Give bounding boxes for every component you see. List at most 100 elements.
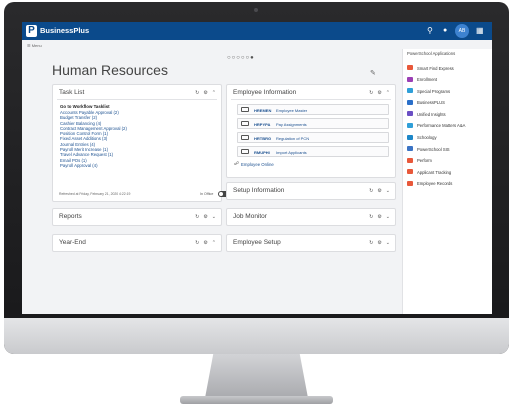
- app-label: Special Programs: [417, 88, 451, 94]
- gear-icon[interactable]: ⚙: [203, 240, 207, 246]
- divider: [57, 99, 217, 100]
- mask-name: Import Applicants: [276, 150, 307, 155]
- panel-controls: ↻ ⚙ ⌄: [369, 240, 390, 246]
- page-title: Human Resources: [52, 62, 168, 78]
- refresh-icon[interactable]: ↻: [195, 240, 199, 246]
- edit-layout-icon[interactable]: ✎: [370, 69, 376, 77]
- link-icon: ☍: [234, 161, 240, 167]
- help-icon[interactable]: ●: [443, 26, 447, 35]
- mask-name: Pay Assignments: [276, 122, 307, 127]
- app-icon: [407, 180, 413, 186]
- gear-icon[interactable]: ⚙: [377, 188, 381, 194]
- monitor-icon: [241, 149, 249, 154]
- gear-icon[interactable]: ⚙: [377, 214, 381, 220]
- search-icon[interactable]: ⚲: [427, 26, 433, 35]
- monitor-icon: [241, 121, 249, 126]
- app-icon: [407, 65, 413, 70]
- employee-link-row[interactable]: HREMEN Employee Master: [237, 104, 389, 115]
- refresh-icon[interactable]: ↻: [369, 188, 373, 194]
- app-logo[interactable]: P: [26, 25, 37, 37]
- monitor-icon: [241, 107, 249, 112]
- app-label: Unified Insights: [417, 111, 446, 117]
- app-label: Schoology: [417, 135, 437, 141]
- mask-code: HRTBRG: [254, 136, 272, 141]
- avatar[interactable]: AB: [455, 24, 469, 38]
- top-bar: P BusinessPlus ⚲ ● AB ▦: [22, 22, 492, 40]
- year-end-panel: Year-End ↻ ⚙ ⌃: [52, 234, 222, 252]
- mask-code: HRPYPA: [254, 122, 271, 127]
- refresh-icon[interactable]: ↻: [369, 214, 373, 220]
- monitor-base: [180, 396, 333, 404]
- mask-code: HREMEN: [254, 108, 272, 113]
- setup-information-panel: Setup Information ↻ ⚙ ⌄: [226, 182, 396, 200]
- chevron-down-icon[interactable]: ⌄: [386, 214, 390, 220]
- refresh-icon[interactable]: ↻: [195, 214, 199, 220]
- sidebar-title: PowerSchool Applications: [407, 51, 456, 56]
- workflow-tasklist-link[interactable]: Go to Workflow Tasklist: [60, 104, 110, 109]
- app-label: Smart Find Express: [417, 65, 454, 71]
- gear-icon[interactable]: ⚙: [203, 90, 207, 96]
- chevron-down-icon[interactable]: ⌄: [212, 214, 216, 220]
- mask-name: Regulation of PCN: [276, 136, 310, 141]
- app-label: Performance Matters A&A: [417, 123, 466, 129]
- task-item[interactable]: Payroll Approval (4): [60, 163, 127, 168]
- gear-icon[interactable]: ⚙: [377, 240, 381, 246]
- powerschool-apps-sidebar: PowerSchool Applications Smart Find Expr…: [402, 49, 492, 314]
- panel-controls: ↻ ⚙ ⌃: [195, 90, 216, 96]
- divider: [231, 99, 391, 100]
- menu-label: Menu: [31, 43, 42, 48]
- app-icon: [407, 99, 413, 105]
- panel-controls: ↻ ⚙ ⌄: [195, 214, 216, 220]
- panel-title: Employee Information: [233, 89, 297, 96]
- app-icon: [407, 88, 413, 94]
- app-name: BusinessPlus: [40, 26, 90, 35]
- panel-controls: ↻ ⚙ ⌃: [369, 90, 390, 96]
- app-icon: [407, 134, 413, 140]
- panel-controls: ↻ ⚙ ⌃: [195, 240, 216, 246]
- menu-link[interactable]: ☰ Menu: [27, 43, 42, 48]
- mask-name: Employee Master: [276, 108, 308, 113]
- carousel-dots[interactable]: ○○○○○●: [227, 55, 255, 61]
- panel-controls: ↻ ⚙ ⌄: [369, 214, 390, 220]
- refresh-icon[interactable]: ↻: [369, 240, 373, 246]
- employee-link-row[interactable]: HRTBRG Regulation of PCN: [237, 132, 389, 143]
- refresh-icon[interactable]: ↻: [195, 90, 199, 96]
- app-icon: [407, 76, 413, 82]
- employee-online-link[interactable]: Employee Online: [241, 162, 274, 167]
- chevron-down-icon[interactable]: ⌄: [386, 188, 390, 194]
- app-label: Employee Records: [417, 181, 453, 187]
- app-label: BusinessPLUS: [417, 100, 445, 106]
- panel-title: Reports: [59, 213, 82, 220]
- gear-icon[interactable]: ⚙: [203, 214, 207, 220]
- panel-title: Year-End: [59, 239, 86, 246]
- panel-title: Employee Setup: [233, 239, 281, 246]
- employee-link-row[interactable]: RMUPHI Import Applicants: [237, 146, 389, 157]
- monitor-icon: [241, 135, 249, 140]
- monitor-stand: [205, 354, 308, 398]
- gear-icon[interactable]: ⚙: [377, 90, 381, 96]
- reports-panel: Reports ↻ ⚙ ⌄: [52, 208, 222, 226]
- task-list: Accounts Payable Approval (2) Budget Tra…: [60, 110, 127, 168]
- employee-link-row[interactable]: HRPYPA Pay Assignments: [237, 118, 389, 129]
- app-label: Perform: [417, 158, 432, 164]
- app-grid-icon[interactable]: ▦: [476, 26, 484, 35]
- app-label: Applicant Tracking: [417, 169, 452, 175]
- monitor-chin: [4, 318, 509, 354]
- employee-information-panel: Employee Information ↻ ⚙ ⌃ HREMEN Employ…: [226, 84, 396, 178]
- panel-controls: ↻ ⚙ ⌄: [369, 188, 390, 194]
- mask-code: RMUPHI: [254, 150, 270, 155]
- chevron-up-icon[interactable]: ⌃: [386, 90, 390, 96]
- task-list-panel: Task List ↻ ⚙ ⌃ Go to Workflow Tasklist …: [52, 84, 222, 202]
- panel-title: Job Monitor: [233, 213, 267, 220]
- refresh-icon[interactable]: ↻: [369, 90, 373, 96]
- app-label: PowerSchool SIS: [417, 146, 450, 152]
- chevron-up-icon[interactable]: ⌃: [212, 90, 216, 96]
- app-icon: [407, 122, 413, 128]
- app-icon: [407, 146, 413, 152]
- app-label: Enrollment: [417, 77, 438, 83]
- app-icon: [407, 169, 413, 175]
- chevron-down-icon[interactable]: ⌄: [386, 240, 390, 246]
- app-icon: [407, 157, 413, 163]
- chevron-up-icon[interactable]: ⌃: [212, 240, 216, 246]
- app-screen: P BusinessPlus ⚲ ● AB ▦ ☰ Menu ○○○○○● Hu…: [22, 22, 492, 314]
